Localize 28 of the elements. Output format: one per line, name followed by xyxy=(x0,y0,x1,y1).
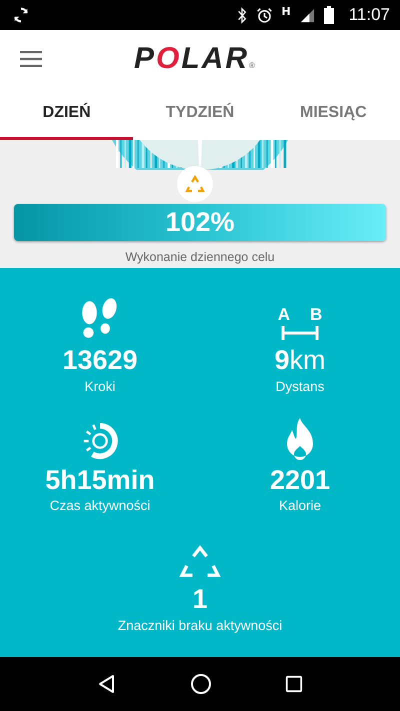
stat-label: Znaczniki braku aktywności xyxy=(118,618,282,634)
logo: POLAR® xyxy=(134,42,257,76)
bluetooth-icon xyxy=(236,6,246,24)
stat-value: 1 xyxy=(192,585,208,616)
stat-label: Czas aktywności xyxy=(50,498,150,514)
home-icon[interactable] xyxy=(190,673,212,695)
back-icon[interactable] xyxy=(96,674,117,694)
stat-label: Kroki xyxy=(84,378,116,394)
flame-icon xyxy=(285,418,315,460)
recents-icon[interactable] xyxy=(285,675,304,693)
sun-ring-icon xyxy=(81,422,119,460)
stat-value: 13629 xyxy=(62,346,138,376)
clock: 11:07 xyxy=(348,5,390,25)
stat-value: 2201 xyxy=(270,466,330,496)
goal-percent: 102% xyxy=(165,207,235,238)
inactivity-badge xyxy=(177,166,213,202)
stat-value: 5h15min xyxy=(45,466,155,496)
signal-icon xyxy=(300,8,315,22)
triangle-marks-icon xyxy=(179,545,221,580)
battery-icon xyxy=(324,6,334,24)
network-type: H xyxy=(282,4,291,18)
stat-label: Kalorie xyxy=(278,498,322,514)
stat-label: Dystans xyxy=(276,378,324,394)
menu-icon[interactable] xyxy=(20,51,42,67)
goal-caption: Wykonanie dziennego celu xyxy=(125,250,275,264)
stat-value: 9km xyxy=(274,346,326,376)
alarm-icon xyxy=(256,6,272,24)
sync-icon xyxy=(12,6,30,24)
